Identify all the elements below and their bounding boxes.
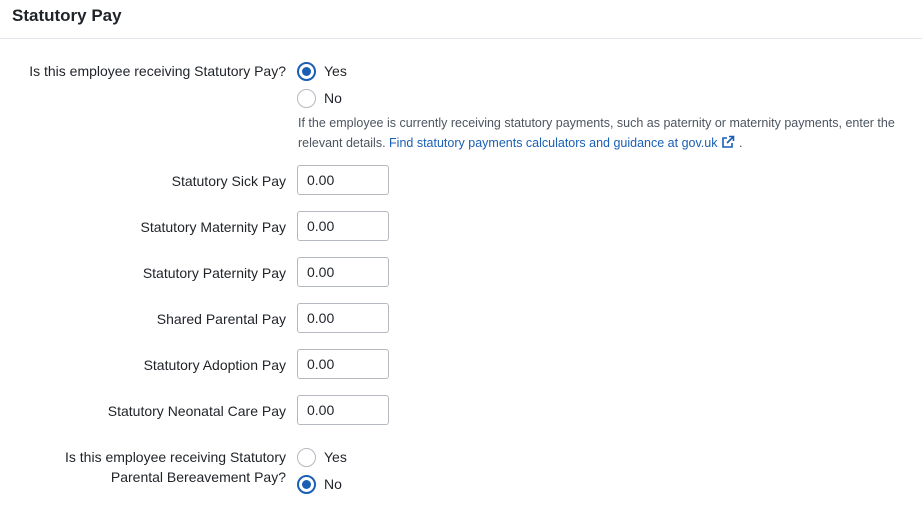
statutory-maternity-pay-label: Statutory Maternity Pay bbox=[140, 219, 286, 235]
statutory-pay-no-option[interactable]: No bbox=[297, 88, 342, 108]
bereavement-pay-yes-option[interactable]: Yes bbox=[297, 447, 347, 467]
govuk-guidance-link-text: Find statutory payments calculators and … bbox=[389, 136, 718, 150]
statutory-pay-no-radio[interactable] bbox=[297, 88, 316, 108]
statutory-neonatal-care-pay-label: Statutory Neonatal Care Pay bbox=[107, 403, 286, 419]
statutory-adoption-pay-label: Statutory Adoption Pay bbox=[143, 357, 286, 373]
bereavement-question-line2: Parental Bereavement Pay? bbox=[110, 469, 286, 485]
statutory-pay-help-text: If the employee is currently receiving s… bbox=[298, 113, 913, 153]
statutory-sick-pay-label: Statutory Sick Pay bbox=[171, 173, 286, 189]
bereavement-pay-no-label: No bbox=[324, 476, 342, 492]
statutory-maternity-pay-input[interactable] bbox=[297, 211, 389, 241]
statutory-neonatal-care-pay-input[interactable] bbox=[297, 395, 389, 425]
bereavement-pay-no-radio[interactable] bbox=[297, 474, 316, 494]
statutory-paternity-pay-label: Statutory Paternity Pay bbox=[142, 265, 286, 281]
statutory-pay-no-label: No bbox=[324, 90, 342, 106]
bereavement-pay-question-label: Is this employee receiving Statutory Par… bbox=[0, 447, 286, 487]
statutory-pay-yes-option[interactable]: Yes bbox=[297, 61, 347, 81]
statutory-pay-yes-radio[interactable] bbox=[297, 61, 316, 81]
bereavement-pay-yes-radio[interactable] bbox=[297, 447, 316, 467]
statutory-pay-yes-label: Yes bbox=[324, 63, 347, 79]
statutory-paternity-pay-input[interactable] bbox=[297, 257, 389, 287]
help-text-suffix: . bbox=[738, 136, 743, 150]
statutory-sick-pay-input[interactable] bbox=[297, 165, 389, 195]
statutory-pay-question-label: Is this employee receiving Statutory Pay… bbox=[29, 63, 286, 79]
bereavement-pay-no-option[interactable]: No bbox=[297, 474, 342, 494]
shared-parental-pay-label: Shared Parental Pay bbox=[156, 311, 286, 327]
external-link-icon bbox=[722, 135, 735, 148]
shared-parental-pay-input[interactable] bbox=[297, 303, 389, 333]
govuk-guidance-link[interactable]: Find statutory payments calculators and … bbox=[389, 135, 735, 150]
statutory-adoption-pay-input[interactable] bbox=[297, 349, 389, 379]
section-title: Statutory Pay bbox=[12, 6, 122, 25]
bereavement-pay-yes-label: Yes bbox=[324, 449, 347, 465]
bereavement-question-line1: Is this employee receiving Statutory bbox=[65, 449, 286, 465]
section-header: Statutory Pay bbox=[0, 0, 922, 39]
